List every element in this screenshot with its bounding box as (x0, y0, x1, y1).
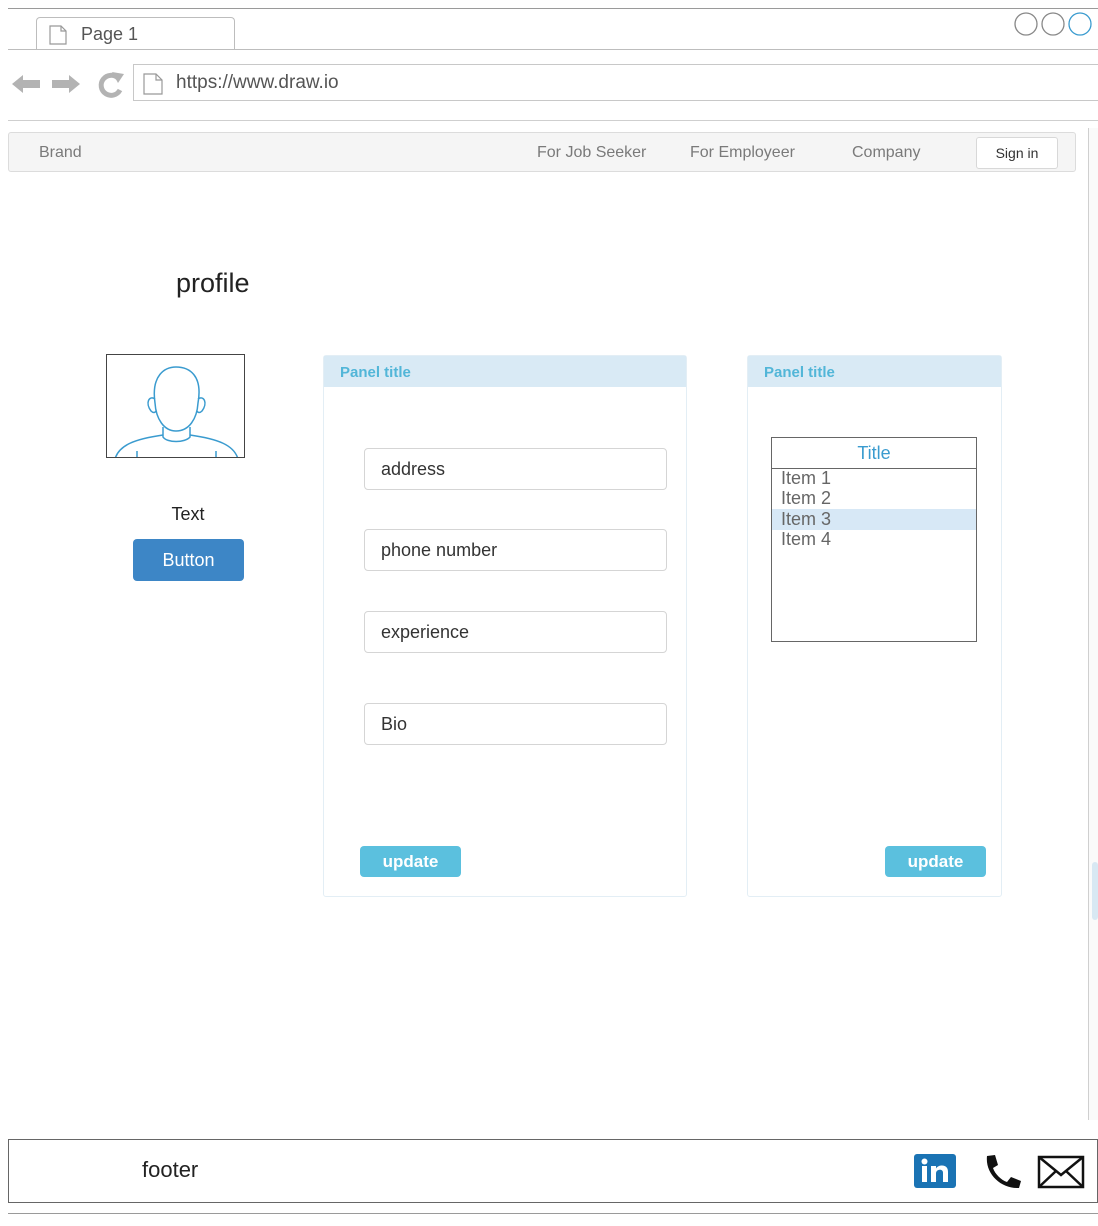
form-panel: Panel title address phone number experie… (323, 355, 687, 897)
update-button[interactable]: update (360, 846, 461, 877)
url-text: https://www.draw.io (176, 72, 339, 93)
back-arrow-icon[interactable] (12, 75, 40, 93)
document-icon (49, 25, 67, 45)
list-item[interactable]: Item 2 (781, 488, 831, 509)
user-silhouette-icon (115, 366, 238, 457)
sign-in-button[interactable]: Sign in (976, 137, 1058, 169)
page-icon (143, 73, 163, 95)
tab-label: Page 1 (81, 24, 139, 44)
avatar[interactable] (106, 354, 245, 458)
list-panel: Panel title Title Item 1 Item 2 Item 3 I… (747, 355, 1002, 897)
window-controls[interactable] (1013, 12, 1098, 38)
phone-number-field-label: phone number (381, 540, 498, 560)
window-control-icon (1014, 12, 1038, 36)
address-field[interactable]: address (364, 448, 667, 490)
toolbar-divider (8, 120, 1098, 121)
brand-link[interactable]: Brand (39, 144, 82, 162)
page-footer: footer (8, 1139, 1098, 1203)
footer-text: footer (142, 1157, 199, 1182)
nav-link-job-seeker[interactable]: For Job Seeker (537, 144, 646, 162)
panel-header: Panel title (324, 356, 686, 387)
panel-title: Panel title (764, 364, 835, 381)
bio-field-label: Bio (381, 714, 408, 734)
site-navbar: Brand For Job Seeker For Employeer Compa… (8, 132, 1076, 172)
avatar-caption: Text (171, 504, 205, 524)
address-field-label: address (381, 459, 446, 479)
vertical-scrollbar[interactable] (1088, 128, 1098, 1120)
window-bottom-border (8, 1213, 1098, 1214)
phone-number-field[interactable]: phone number (364, 529, 667, 571)
page-title: profile (176, 268, 250, 298)
tabbar-divider (8, 49, 1098, 50)
list-item[interactable]: Item 1 (781, 468, 831, 489)
tab-page-1[interactable]: Page 1 (36, 17, 235, 50)
nav-link-employeer[interactable]: For Employeer (690, 144, 795, 162)
list-title: Title (857, 443, 891, 463)
experience-field[interactable]: experience (364, 611, 667, 653)
item-list: Title Item 1 Item 2 Item 3 Item 4 (771, 437, 977, 642)
forward-arrow-icon[interactable] (52, 75, 80, 93)
reload-icon[interactable] (98, 72, 124, 98)
experience-field-label: experience (381, 622, 470, 642)
list-item-selected[interactable]: Item 3 (781, 509, 831, 530)
mail-icon[interactable] (1037, 1155, 1085, 1189)
address-bar[interactable]: https://www.draw.io (133, 64, 1098, 101)
panel-header: Panel title (748, 356, 1001, 387)
avatar-button[interactable]: Button (133, 539, 244, 581)
update-button[interactable]: update (885, 846, 986, 877)
bio-field[interactable]: Bio (364, 703, 667, 745)
scrollbar-thumb[interactable] (1092, 862, 1098, 920)
window-top-border (8, 8, 1098, 9)
linkedin-icon[interactable] (914, 1154, 956, 1188)
list-item[interactable]: Item 4 (781, 529, 831, 550)
browser-nav-controls (12, 72, 124, 98)
window-control-icon (1068, 12, 1092, 36)
window-control-icon (1041, 12, 1065, 36)
nav-link-company[interactable]: Company (852, 144, 920, 162)
panel-title: Panel title (340, 364, 411, 381)
phone-icon[interactable] (981, 1154, 1027, 1190)
